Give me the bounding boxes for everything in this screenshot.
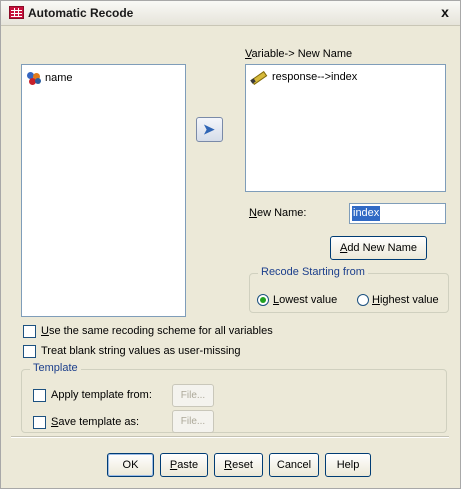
- nominal-variable-icon: [26, 71, 42, 86]
- recode-starting-legend: Recode Starting from: [258, 266, 368, 278]
- same-scheme-checkbox[interactable]: [23, 325, 36, 338]
- reset-button[interactable]: Reset: [214, 453, 263, 477]
- save-template-checkbox[interactable]: [33, 416, 46, 429]
- new-name-value: index: [352, 206, 381, 221]
- same-scheme-label[interactable]: Use the same recoding scheme for all var…: [41, 325, 273, 337]
- ok-button[interactable]: OK: [107, 453, 154, 477]
- list-item[interactable]: name: [26, 70, 73, 86]
- new-name-input[interactable]: index: [349, 203, 446, 224]
- recode-starting-group: Recode Starting from: [249, 266, 449, 313]
- scale-variable-icon: [250, 70, 268, 86]
- highest-value-label[interactable]: Highest value: [372, 294, 439, 306]
- cancel-button[interactable]: Cancel: [269, 453, 319, 477]
- variable-new-name-header: Variable-> New Name: [245, 48, 353, 60]
- apply-template-file-button[interactable]: File...: [172, 384, 214, 407]
- save-template-file-button[interactable]: File...: [172, 410, 214, 433]
- lowest-value-label[interactable]: Lowest value: [273, 294, 337, 306]
- paste-button[interactable]: Paste: [160, 453, 208, 477]
- template-legend: Template: [30, 362, 81, 374]
- apply-template-label[interactable]: Apply template from:: [51, 389, 152, 401]
- title-bar[interactable]: Automatic Recode x: [1, 1, 460, 26]
- automatic-recode-dialog: Automatic Recode x name ➤ Variable-> New…: [0, 0, 461, 489]
- window-title: Automatic Recode: [28, 6, 134, 20]
- variable-new-name-list[interactable]: response-->index: [245, 64, 446, 192]
- spss-app-icon: [9, 6, 24, 19]
- blank-missing-checkbox[interactable]: [23, 345, 36, 358]
- divider: [11, 436, 449, 438]
- new-name-label: New Name:: [249, 207, 307, 219]
- variable-label: name: [45, 72, 73, 85]
- lowest-value-radio[interactable]: [257, 294, 269, 306]
- move-variable-button[interactable]: ➤: [196, 117, 223, 142]
- add-new-name-button[interactable]: Add New Name: [330, 236, 427, 260]
- variable-mapping-label: response-->index: [272, 71, 358, 84]
- source-variable-list[interactable]: name: [21, 64, 186, 317]
- highest-value-radio[interactable]: [357, 294, 369, 306]
- right-arrow-icon: ➤: [203, 121, 215, 137]
- list-item[interactable]: response-->index: [250, 69, 358, 86]
- blank-missing-label[interactable]: Treat blank string values as user-missin…: [41, 345, 241, 357]
- apply-template-checkbox[interactable]: [33, 389, 46, 402]
- save-template-label[interactable]: Save template as:: [51, 416, 139, 428]
- close-button[interactable]: x: [438, 4, 452, 20]
- help-button[interactable]: Help: [325, 453, 371, 477]
